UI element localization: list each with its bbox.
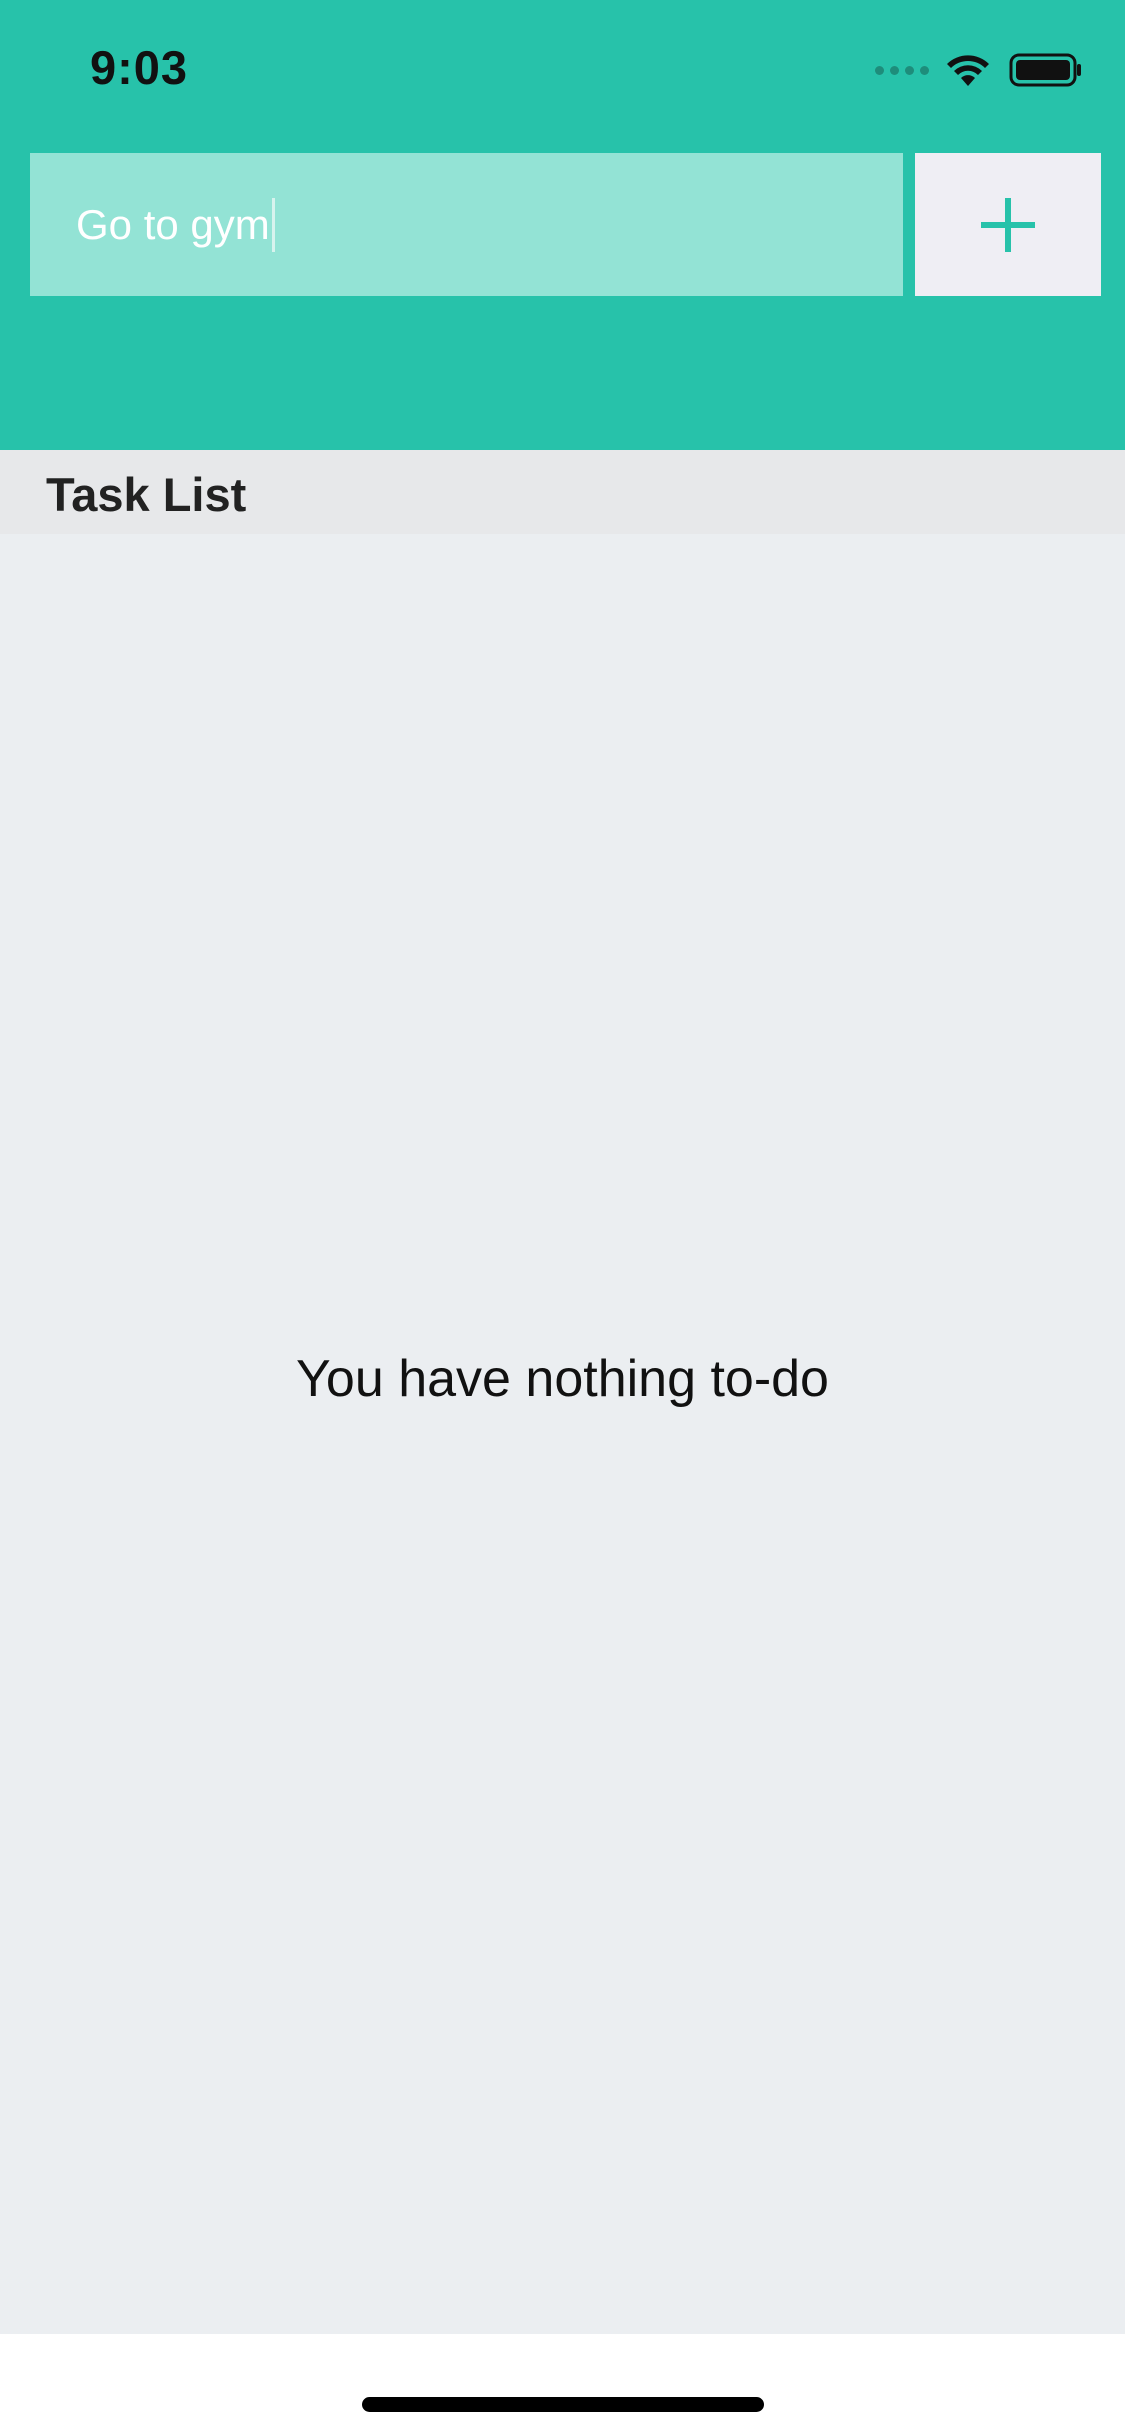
task-list: You have nothing to-do <box>0 534 1125 2334</box>
home-indicator[interactable] <box>362 2397 764 2412</box>
plus-icon <box>981 197 1035 252</box>
task-list-section-header: Task List <box>0 450 1125 534</box>
cellular-signal-icon <box>875 65 929 75</box>
text-caret <box>271 197 275 252</box>
app-screen: 9:03 Go to gym Task List You have nothin… <box>0 0 1125 2436</box>
battery-icon <box>1009 53 1081 87</box>
header-bar: 9:03 Go to gym <box>0 0 1125 450</box>
empty-state-message: You have nothing to-do <box>296 1350 829 1408</box>
wifi-icon <box>947 55 989 86</box>
task-input[interactable]: Go to gym <box>30 153 903 296</box>
status-icons <box>875 50 1083 90</box>
task-input-value: Go to gym <box>76 200 270 248</box>
status-time: 9:03 <box>90 41 189 94</box>
task-list-title: Task List <box>46 468 247 521</box>
add-task-button[interactable] <box>915 153 1101 296</box>
